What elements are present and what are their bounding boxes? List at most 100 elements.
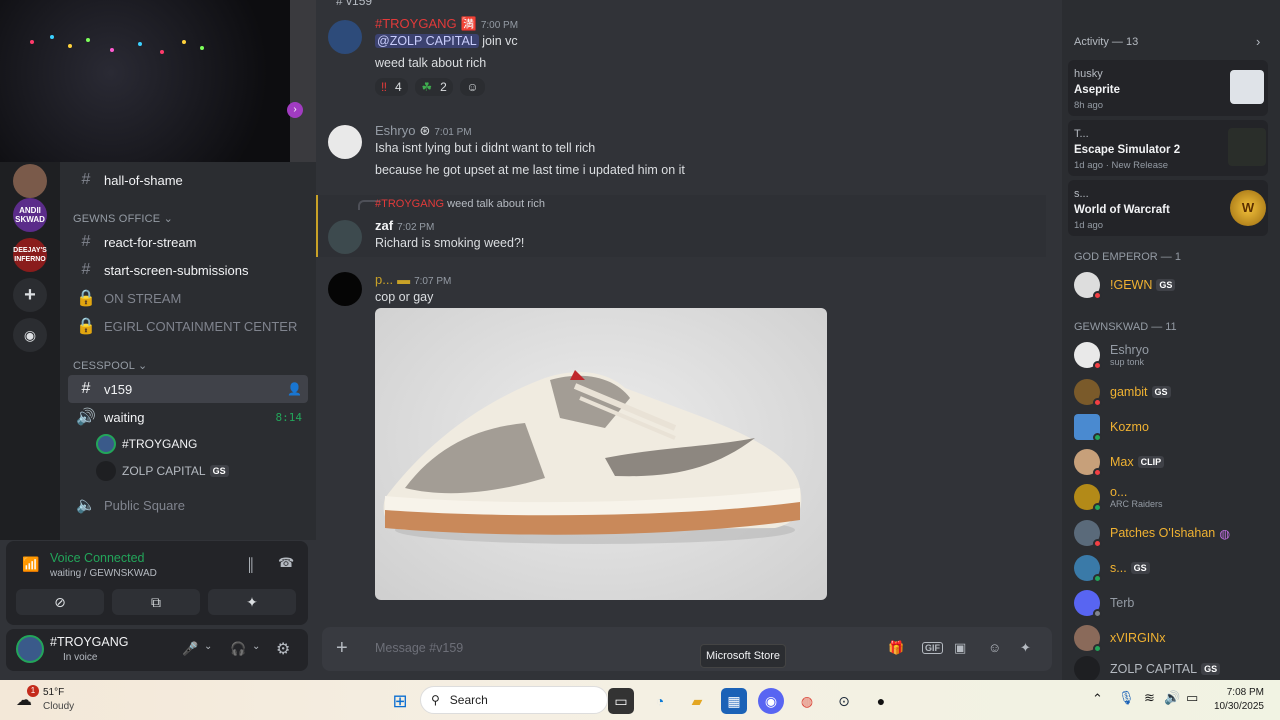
chevron-right-icon[interactable]: › (287, 102, 303, 118)
camera-off-button[interactable]: ⊘ (16, 589, 104, 615)
speaker-icon: 🔊 (76, 409, 96, 426)
windows-start-icon[interactable]: ⊞ (387, 688, 413, 714)
settings-gear-icon[interactable]: ⚙ (276, 639, 290, 659)
member[interactable]: Kozmo (1074, 412, 1149, 442)
volume-icon[interactable]: 🔊 (1164, 690, 1180, 706)
activities-button[interactable]: ✦ (208, 589, 296, 615)
server-deejays-inferno[interactable]: DEEJAY'S INFERNO (13, 238, 47, 272)
category-cesspool[interactable]: CESSPOOL ⌄ (73, 359, 147, 372)
voice-user[interactable]: ZOLP CAPITAL GS (96, 459, 229, 483)
tooltip: Microsoft Store (700, 644, 786, 668)
nitro-icon: ◍ (1219, 526, 1231, 541)
reaction[interactable]: ‼ 4 (375, 78, 408, 96)
temperature[interactable]: 51°F (43, 687, 64, 698)
microphone-tray-icon[interactable]: 🎙 (1118, 690, 1135, 706)
add-member-icon[interactable]: 👤 (287, 382, 302, 396)
voice-status: Voice Connected (50, 551, 145, 565)
avatar (1074, 590, 1102, 618)
gift-icon[interactable]: 🎁 (888, 640, 904, 656)
member[interactable]: gambit GS (1074, 377, 1171, 407)
screen-share-button[interactable]: ⧉ (112, 589, 200, 615)
chevron-down-icon[interactable]: ⌄ (252, 641, 260, 652)
channel-start-screen-submissions[interactable]: # start-screen-submissions (68, 256, 308, 284)
voice-connected-panel: 📶 Voice Connected waiting / GEWNSKWAD ║ … (6, 541, 308, 625)
taskbar-search[interactable]: ⚲ Search (420, 686, 608, 714)
channel-v159[interactable]: # v159 👤 (68, 375, 308, 403)
chrome-icon[interactable]: ◍ (794, 688, 820, 714)
weather-condition[interactable]: Cloudy (43, 701, 74, 712)
reply-preview[interactable]: weed talk about rich (447, 198, 545, 210)
add-server-icon[interactable]: + (13, 278, 47, 312)
chevron-right-icon[interactable]: › (1256, 34, 1260, 49)
clan-icon: ⊛ (419, 123, 431, 138)
member[interactable]: s... GS (1074, 553, 1150, 583)
username[interactable]: Eshryo (375, 123, 415, 138)
discord-icon[interactable]: ◉ (758, 688, 784, 714)
edge-icon[interactable]: ◔ (647, 688, 673, 714)
reply-username[interactable]: #TROYGANG (375, 198, 444, 210)
avatar[interactable] (328, 220, 362, 254)
voice-user[interactable]: #TROYGANG (96, 432, 197, 456)
sneaker-image[interactable] (375, 308, 827, 600)
string-lights (20, 20, 220, 90)
user-panel: #TROYGANG In voice 🎤 ⌄ 🎧 ⌄ ⚙ (6, 629, 308, 671)
member[interactable]: o... ARC Raiders (1074, 482, 1163, 512)
emoji-icon[interactable]: ☺ (988, 640, 1001, 655)
discover-icon[interactable]: ◉ (13, 318, 47, 352)
username[interactable]: p... (375, 272, 393, 287)
server-icon[interactable] (13, 164, 47, 198)
task-view-icon[interactable]: ▭ (608, 688, 634, 714)
avatar[interactable] (328, 20, 362, 54)
mention[interactable]: @ZOLP CAPITAL (375, 34, 479, 48)
add-reaction-button[interactable]: ☺ (460, 78, 485, 96)
user-avatar[interactable] (16, 635, 44, 663)
server-andii-skwad[interactable]: ANDII SKWAD (13, 198, 47, 232)
microphone-icon[interactable]: 🎤 (182, 641, 198, 657)
channel-on-stream[interactable]: 🔒 ON STREAM (68, 284, 308, 312)
microsoft-store-icon[interactable]: ▦ (721, 688, 747, 714)
channel-hall-of-shame[interactable]: # hall-of-shame (68, 166, 308, 194)
gif-icon[interactable]: GIF (922, 642, 943, 654)
headphones-icon[interactable]: 🎧 (230, 641, 246, 657)
channel-egirl-containment-center[interactable]: 🔒 EGIRL CONTAINMENT CENTER (68, 312, 308, 340)
battery-icon[interactable]: ▭ (1186, 690, 1198, 706)
voice-channel-path[interactable]: waiting / GEWNSKWAD (50, 568, 157, 579)
activity-card[interactable]: husky Aseprite 8h ago (1068, 60, 1268, 116)
plus-icon[interactable]: + (336, 637, 348, 660)
username[interactable]: #TROYGANG (375, 16, 457, 31)
member[interactable]: xVIRGINx (1074, 623, 1166, 653)
activity-card[interactable]: T... Escape Simulator 2 1d ago · New Rel… (1068, 120, 1268, 176)
voice-channel-public-square[interactable]: 🔈 Public Square (68, 491, 308, 519)
member[interactable]: Eshryo sup tonk (1074, 340, 1149, 370)
activity-header[interactable]: Activity — 13 (1074, 36, 1138, 48)
avatar[interactable] (328, 125, 362, 159)
member[interactable]: Terb (1074, 588, 1134, 618)
member[interactable]: Max CLIP (1074, 447, 1165, 477)
channel-react-for-stream[interactable]: # react-for-stream (68, 228, 308, 256)
member[interactable]: Patches O'Ishahan ◍ (1074, 518, 1230, 548)
clock-date[interactable]: 10/30/2025 (1204, 701, 1264, 712)
clock-time[interactable]: 7:08 PM (1208, 687, 1264, 698)
message-input[interactable]: Message #v159 (375, 641, 463, 655)
username[interactable]: zaf (375, 218, 393, 233)
wifi-icon[interactable]: ≋ (1144, 690, 1155, 706)
chevron-up-icon[interactable]: ⌃ (1092, 691, 1103, 707)
reaction[interactable]: ☘ 2 (415, 78, 453, 96)
voice-channel-waiting[interactable]: 🔊 waiting 8:14 (68, 403, 308, 431)
apps-icon[interactable]: ✦ (1020, 640, 1031, 656)
obs-icon[interactable]: ● (868, 688, 894, 714)
activity-card[interactable]: s... World of Warcraft 1d ago W (1068, 180, 1268, 236)
steam-icon[interactable]: ⊙ (831, 688, 857, 714)
sticker-icon[interactable]: ▣ (954, 640, 966, 656)
member[interactable]: !GEWN GS (1074, 270, 1176, 300)
file-explorer-icon[interactable]: ▰ (684, 688, 710, 714)
noise-suppression-icon[interactable]: ║ (246, 557, 255, 572)
avatar[interactable] (328, 272, 362, 306)
flag-icon: 🈵 (460, 16, 477, 31)
disconnect-icon[interactable]: ☎ (278, 555, 294, 571)
chevron-down-icon[interactable]: ⌄ (204, 641, 212, 652)
category-gewns-office[interactable]: GEWNS OFFICE ⌄ (73, 212, 173, 225)
escape-simulator-icon (1228, 128, 1266, 166)
message-composer[interactable]: + Message #v159 🎁 GIF ▣ ☺ ✦ (322, 627, 1052, 671)
timestamp: 7:02 PM (397, 222, 435, 233)
